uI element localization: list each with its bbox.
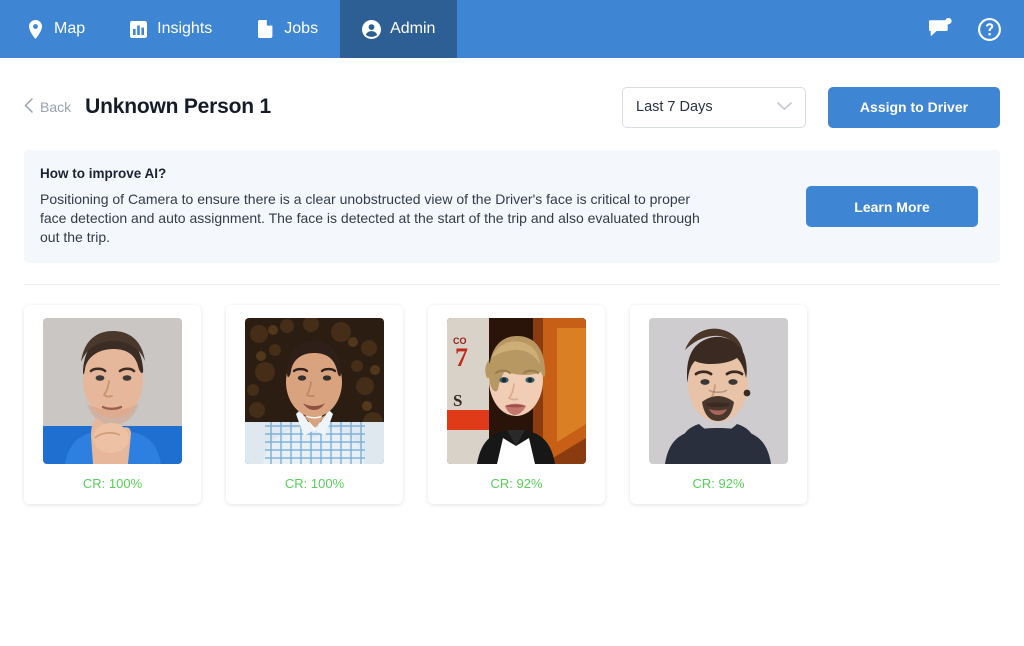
confidence-rate-label: CR: 92% [490, 476, 543, 491]
chevron-down-icon [777, 99, 792, 115]
document-icon [256, 20, 275, 39]
svg-text:S: S [453, 391, 462, 410]
svg-text:CO: CO [453, 336, 467, 346]
message-bubble-icon[interactable] [928, 16, 954, 42]
page-content: Back Unknown Person 1 Last 7 Days Assign… [0, 58, 1024, 646]
date-range-select[interactable]: Last 7 Days [622, 86, 806, 128]
face-thumbnail [43, 318, 182, 464]
face-card-grid: CR: 100% CR: 100% 7 CO S CR: 92% CR: 92% [0, 285, 1024, 504]
nav-tab-jobs[interactable]: Jobs [234, 0, 340, 58]
face-thumbnail [245, 318, 384, 464]
date-range-value: Last 7 Days [636, 99, 713, 115]
chevron-left-icon [24, 98, 33, 116]
user-icon [362, 19, 382, 39]
assign-to-driver-button[interactable]: Assign to Driver [828, 86, 1000, 128]
info-banner-title: How to improve AI? [40, 166, 167, 181]
bar-chart-icon [129, 20, 148, 39]
page-header: Back Unknown Person 1 Last 7 Days Assign… [0, 58, 1024, 134]
nav-tab-jobs-label: Jobs [284, 20, 319, 37]
face-thumbnail [649, 318, 788, 464]
info-banner: How to improve AI? Positioning of Camera… [24, 150, 1000, 263]
nav-tab-admin-label: Admin [390, 20, 436, 37]
svg-text:7: 7 [455, 343, 468, 372]
map-pin-icon [26, 19, 45, 39]
face-card[interactable]: 7 CO S CR: 92% [428, 305, 605, 504]
nav-tab-map[interactable]: Map [0, 0, 107, 58]
page-title: Unknown Person 1 [85, 95, 271, 118]
confidence-rate-label: CR: 100% [82, 476, 143, 491]
top-navigation-bar: Map Insights Jobs Admin [0, 0, 1024, 58]
page-header-actions: Last 7 Days Assign to Driver [622, 86, 1000, 128]
learn-more-button[interactable]: Learn More [806, 186, 978, 227]
nav-tab-map-label: Map [54, 20, 86, 37]
face-card[interactable]: CR: 100% [24, 305, 201, 504]
nav-tab-insights-label: Insights [157, 20, 213, 37]
confidence-rate-label: CR: 100% [284, 476, 345, 491]
nav-tabs: Map Insights Jobs Admin [0, 0, 458, 58]
help-circle-icon[interactable] [976, 16, 1002, 42]
nav-tab-admin[interactable]: Admin [340, 0, 458, 58]
nav-actions [928, 0, 1024, 58]
info-banner-wrapper: How to improve AI? Positioning of Camera… [0, 134, 1024, 263]
info-banner-body: Positioning of Camera to ensure there is… [40, 191, 700, 245]
info-banner-text: How to improve AI? Positioning of Camera… [40, 166, 806, 247]
face-thumbnail: 7 CO S [447, 318, 586, 464]
confidence-rate-label: CR: 92% [692, 476, 745, 491]
face-card[interactable]: CR: 100% [226, 305, 403, 504]
back-button-label: Back [40, 99, 72, 115]
back-button[interactable]: Back [24, 98, 71, 116]
face-card[interactable]: CR: 92% [630, 305, 807, 504]
nav-tab-insights[interactable]: Insights [107, 0, 234, 58]
